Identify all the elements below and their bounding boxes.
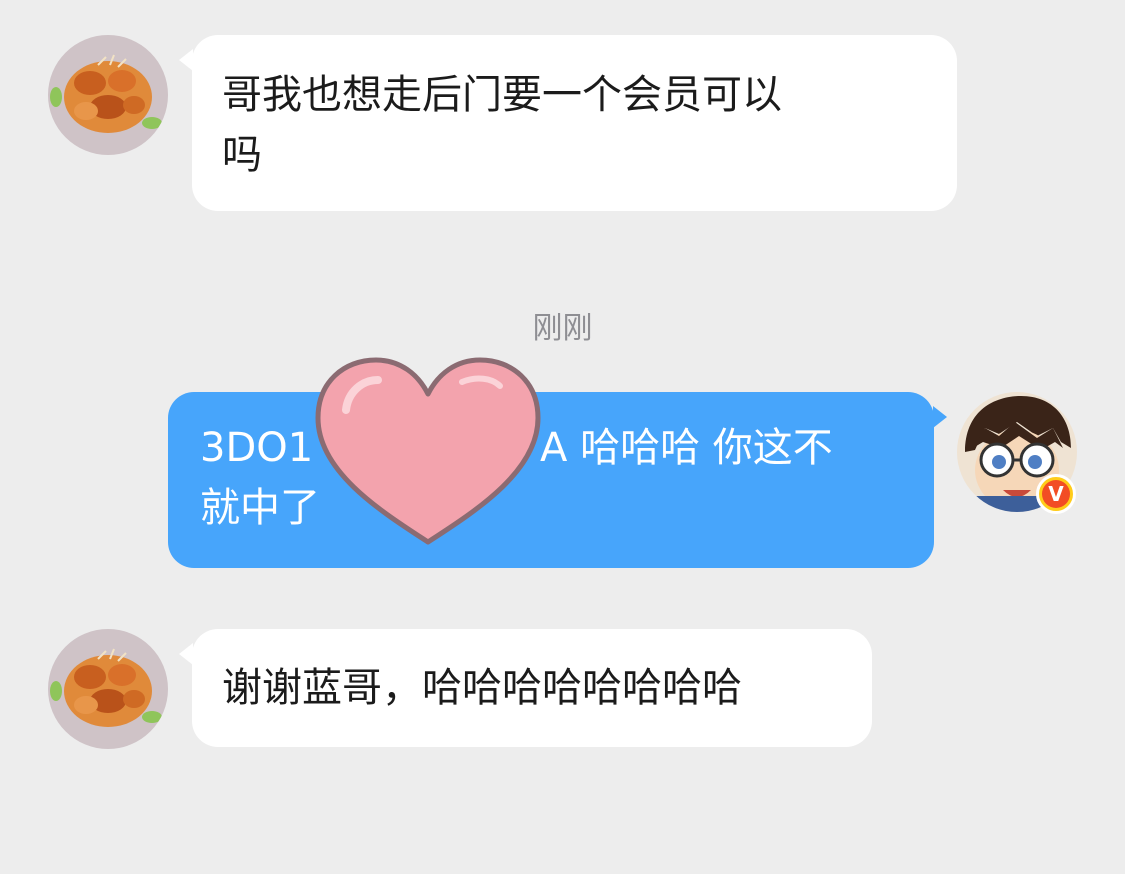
other-avatar[interactable]: [48, 35, 168, 155]
heart-sticker: [312, 352, 544, 552]
food-photo-avatar-icon: [48, 35, 168, 155]
vip-badge-label: V: [1042, 480, 1070, 508]
other-avatar[interactable]: [48, 629, 168, 749]
message-text-line: 谢谢蓝哥，哈哈哈哈哈哈哈哈: [222, 665, 742, 711]
message-timestamp: 刚刚: [532, 311, 593, 346]
bubble-tail: [179, 49, 193, 71]
message-text-line: 就中了: [200, 485, 320, 531]
message-bubble-incoming[interactable]: 哥我也想走后门要一个会员可以 吗: [179, 35, 957, 211]
sticker-heart-icon: [315, 357, 541, 545]
message-text-line: 哥我也想走后门要一个会员可以: [222, 72, 782, 118]
message-bubble-outgoing[interactable]: 3DO1 A 哈哈哈 你这不 就中了: [168, 392, 947, 568]
food-photo-avatar-icon: [48, 629, 168, 749]
message-text-line: 吗: [222, 132, 262, 178]
vip-badge-icon: V: [1036, 474, 1076, 514]
message-text-line: A 哈哈哈 你这不: [540, 425, 833, 471]
message-bubble-incoming[interactable]: 谢谢蓝哥，哈哈哈哈哈哈哈哈: [179, 629, 872, 747]
bubble-tail: [933, 406, 947, 428]
bubble-tail: [179, 643, 193, 665]
message-text-line: 3DO1: [200, 425, 314, 471]
